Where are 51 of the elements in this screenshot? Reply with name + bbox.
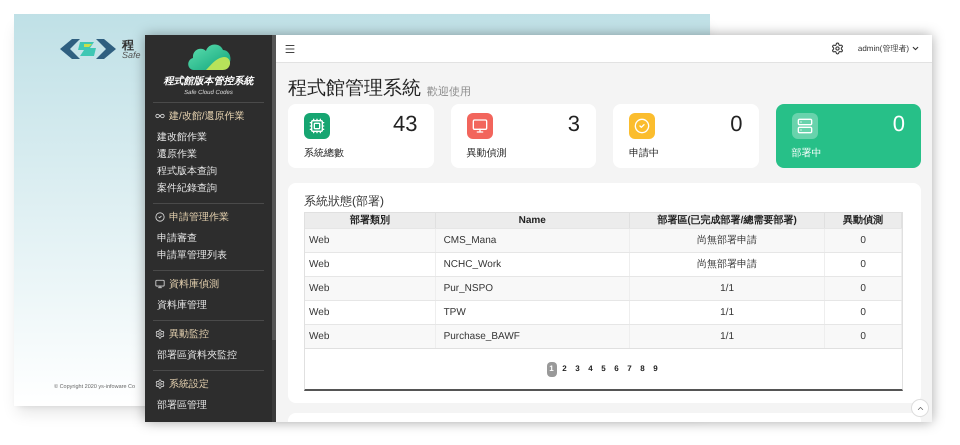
check-circle-icon	[155, 212, 165, 222]
stat-value: 43	[393, 113, 418, 135]
page-link[interactable]: 9	[650, 362, 660, 376]
panel-title: 系統狀態(部署)	[304, 193, 385, 210]
settings-icon	[155, 379, 165, 389]
sidebar-section-title: 異動監控	[169, 328, 209, 342]
settings-icon[interactable]	[830, 42, 844, 55]
sidebar-item[interactable]: 建改館作業	[153, 129, 264, 146]
table-cell: 0	[825, 325, 902, 348]
sidebar-item[interactable]: 申請單管理列表	[153, 247, 264, 264]
sidebar-section-title: 建/改館/還原作業	[169, 110, 245, 124]
server-icon	[792, 113, 818, 139]
stat-value: 0	[892, 113, 905, 135]
stat-label: 部署中	[792, 146, 822, 161]
table-cell: Web	[305, 325, 436, 348]
sidebar-section-title: 資料庫偵測	[169, 278, 219, 292]
stat-label: 申請中	[629, 146, 660, 161]
sidebar-item[interactable]: 部署區管理	[153, 397, 264, 414]
sidebar-item[interactable]: 資料庫管理	[153, 297, 264, 314]
page-link[interactable]: 2	[560, 362, 570, 376]
monitor-icon	[155, 279, 165, 289]
page-subtitle: 歡迎使用	[427, 87, 471, 98]
page-link[interactable]: 5	[598, 362, 608, 376]
sidebar-item[interactable]: 還原作業	[153, 146, 264, 163]
logo-subtitle: Safe	[122, 50, 141, 60]
logo-title: 程	[122, 38, 135, 50]
page-link[interactable]: 6	[612, 362, 622, 376]
sidebar-item[interactable]: 部署區資料夾監控	[153, 347, 264, 364]
page-link[interactable]: 4	[586, 362, 596, 376]
page-link[interactable]: 7	[624, 362, 634, 376]
user-menu[interactable]: admin(管理者)	[858, 42, 920, 54]
table-cell: Purchase_BAWF	[436, 325, 630, 348]
stat-label: 系統總數	[304, 146, 345, 161]
page-title: 程式館管理系統	[288, 79, 421, 98]
sidebar-section-title: 系統設定	[169, 378, 209, 392]
logo-icon	[58, 36, 118, 62]
page-link[interactable]: 8	[638, 362, 648, 376]
sidebar-section-title: 申請管理作業	[169, 210, 229, 224]
sidebar-item[interactable]: 程式版本查詢	[153, 163, 264, 180]
gear-icon	[155, 329, 165, 339]
page-link[interactable]: 3	[572, 362, 582, 376]
table-cell: 1/1	[630, 325, 826, 348]
stat-label: 異動偵測	[466, 146, 508, 161]
infinity-icon	[155, 111, 165, 121]
brand-title: 程式館版本管控系統	[164, 74, 254, 88]
chevron-down-icon	[911, 44, 920, 53]
stat-value: 0	[730, 113, 742, 135]
sidebar-item[interactable]: 申請審查	[153, 230, 264, 247]
menu-icon[interactable]	[284, 42, 296, 54]
sidebar-item[interactable]: 案件紀錄查詢	[153, 180, 264, 197]
stat-value: 3	[568, 113, 580, 135]
